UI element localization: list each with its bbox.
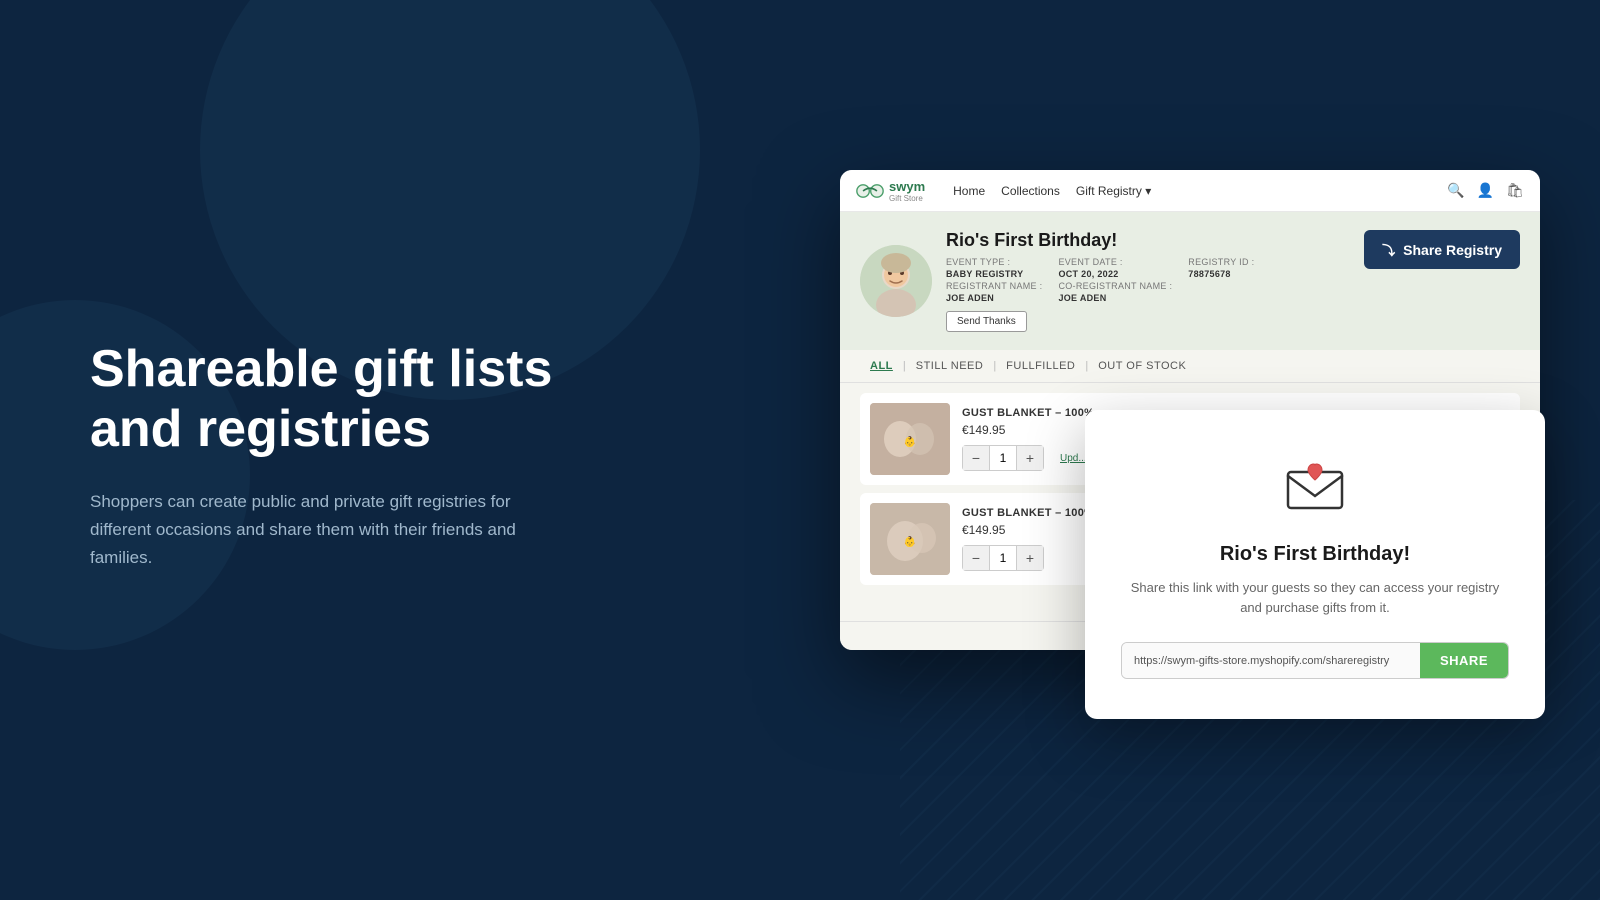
registry-header: Rio's First Birthday! EVENT TYPE : EVENT… bbox=[840, 212, 1540, 350]
share-copy-button[interactable]: SHARE bbox=[1420, 643, 1508, 678]
nav-links: Home Collections Gift Registry ▾ bbox=[953, 184, 1151, 198]
qty-increase-1[interactable]: + bbox=[1017, 446, 1043, 470]
main-heading: Shareable gift lists and registries bbox=[90, 340, 570, 460]
qty-decrease-1[interactable]: − bbox=[963, 446, 989, 470]
qty-value-1: 1 bbox=[989, 446, 1017, 470]
quantity-control-1: − 1 + bbox=[962, 445, 1044, 471]
registry-profile: Rio's First Birthday! EVENT TYPE : EVENT… bbox=[860, 230, 1254, 332]
sub-text: Shoppers can create public and private g… bbox=[90, 488, 570, 572]
modal-title: Rio's First Birthday! bbox=[1121, 543, 1509, 566]
filter-tabs: ALL | STILL NEED | FULLFILLED | OUT OF S… bbox=[840, 350, 1540, 383]
product-image-2: 👶 bbox=[870, 503, 950, 575]
user-icon[interactable]: 👤 bbox=[1477, 182, 1494, 199]
nav-icons: 🔍 👤 🛍 bbox=[1447, 182, 1524, 199]
product-image-1: 👶 bbox=[870, 403, 950, 475]
share-url-input[interactable] bbox=[1122, 643, 1420, 678]
modal-icon bbox=[1121, 450, 1509, 525]
tab-all[interactable]: ALL bbox=[860, 360, 903, 372]
cart-icon[interactable]: 🛍 bbox=[1506, 182, 1524, 199]
tab-still-need[interactable]: STILL NEED bbox=[906, 360, 994, 372]
left-section: Shareable gift lists and registries Shop… bbox=[90, 340, 570, 572]
swym-logo-icon bbox=[856, 182, 884, 200]
tab-out-of-stock[interactable]: OUT OF STOCK bbox=[1088, 360, 1196, 372]
qty-value-2: 1 bbox=[989, 546, 1017, 570]
share-icon: ⤵ bbox=[1382, 240, 1395, 259]
svg-text:👶: 👶 bbox=[904, 535, 916, 548]
browser-nav: swym Gift Store Home Collections Gift Re… bbox=[840, 170, 1540, 212]
share-registry-button[interactable]: ⤵ Share Registry bbox=[1364, 230, 1520, 269]
svg-text:👶: 👶 bbox=[904, 435, 916, 448]
share-url-row: SHARE bbox=[1121, 642, 1509, 679]
share-modal: Rio's First Birthday! Share this link wi… bbox=[1085, 410, 1545, 719]
nav-collections[interactable]: Collections bbox=[1001, 184, 1060, 198]
send-thanks-button[interactable]: Send Thanks bbox=[946, 311, 1027, 332]
tab-fulfilled[interactable]: FULLFILLED bbox=[996, 360, 1085, 372]
registry-meta: EVENT TYPE : EVENT DATE : REGISTRY ID : … bbox=[946, 257, 1254, 303]
modal-description: Share this link with your guests so they… bbox=[1121, 578, 1509, 618]
registry-name: Rio's First Birthday! bbox=[946, 230, 1254, 251]
registry-info: Rio's First Birthday! EVENT TYPE : EVENT… bbox=[946, 230, 1254, 332]
swym-logo: swym Gift Store bbox=[856, 178, 925, 203]
qty-decrease-2[interactable]: − bbox=[963, 546, 989, 570]
nav-home[interactable]: Home bbox=[953, 184, 985, 198]
quantity-control-2: − 1 + bbox=[962, 545, 1044, 571]
swym-logo-text: swym Gift Store bbox=[889, 178, 925, 203]
search-icon[interactable]: 🔍 bbox=[1447, 182, 1464, 199]
qty-increase-2[interactable]: + bbox=[1017, 546, 1043, 570]
update-link-1[interactable]: Upd... bbox=[1060, 453, 1087, 464]
avatar bbox=[860, 245, 932, 317]
nav-gift-registry[interactable]: Gift Registry ▾ bbox=[1076, 184, 1151, 198]
